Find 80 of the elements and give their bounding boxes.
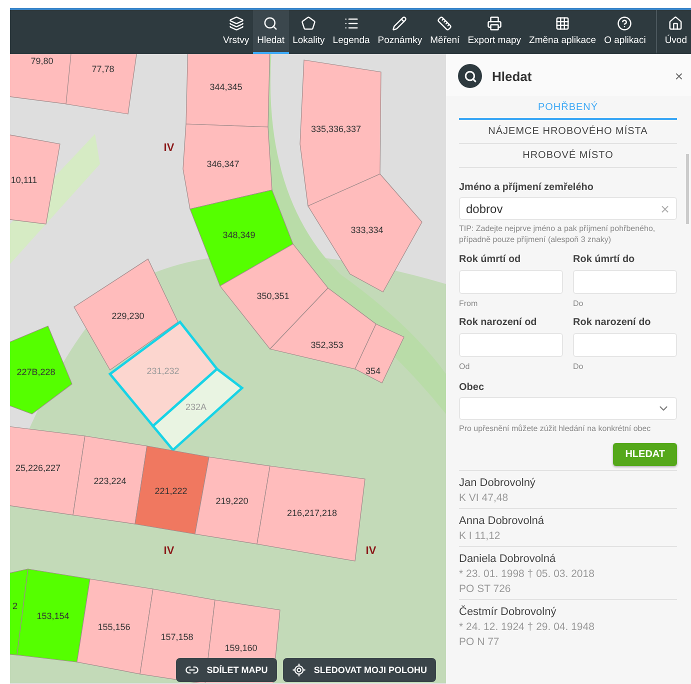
result-detail: * 24. 12. 1924 † 29. 04. 1948 [459,620,596,633]
search-tab[interactable]: HROBOVÉ MÍSTO [459,144,677,168]
field-hint: Do [573,298,584,310]
grave-plot[interactable]: 333,334 [308,174,422,292]
field-label: Rok úmrtí do [573,254,636,265]
grave-plot[interactable]: 346,347 [182,124,272,210]
toolbar-button[interactable]: Vrstvy [219,10,254,54]
field-label: Rok úmrtí od [459,254,522,265]
grave-plot[interactable]: 216,217,218 [256,466,366,562]
toolbar-button[interactable]: Lokality [288,10,329,54]
grave-plot[interactable]: 354 [354,324,404,384]
grave-plot[interactable]: 227B,228 [10,326,72,414]
scrollbar[interactable] [686,154,689,224]
toolbar-icon [617,16,632,31]
grave-plot[interactable]: 348,349 [190,190,294,286]
result-item[interactable]: Čestmír Dobrovolný * 24. 12. 1924 † 29. 04. 1948 PO N 77 [459,598,677,652]
field-hint: Do [573,362,584,374]
grave-plot[interactable]: 25,226,227 [10,426,86,516]
grave-plot[interactable]: 223,224 [72,436,148,524]
result-name: Čestmír Dobrovolný [459,606,558,618]
municipality-select[interactable] [459,397,677,420]
field-label: Obec [459,382,486,394]
grave-plot[interactable]: 335,336,337 [300,60,382,206]
result-item[interactable]: Jan Dobrovolný K VI 47,48 [459,470,677,508]
toolbar-icon [301,16,316,31]
result-detail: PO N 77 [459,636,500,648]
panel-title: Hledat [492,68,533,84]
result-item[interactable]: Anna Dobrovolná K I 11,12 [459,508,677,546]
grave-plot[interactable]: 10,111 [10,134,60,224]
tip-text: TIP: Zadejte nejprve jméno a pak příjmení pohřbeného, případně pouze příjmení (alespoň 3 znaky) [459,224,656,246]
track-location-button[interactable]: SLEDOVAT MOJI POLOHU [282,658,436,682]
toolbar-button[interactable]: Poznámky [374,10,426,54]
grave-plot[interactable]: 344,345 [186,54,270,128]
close-button[interactable]: × [674,68,683,84]
toolbar-button[interactable]: Export mapy [464,10,526,54]
search-icon [458,64,482,88]
toolbar-icon [228,16,244,31]
result-name: Daniela Dobrovolná [459,552,557,565]
section-label: IV [366,545,376,557]
toolbar-button[interactable]: Hledat [253,10,289,54]
section-label: IV [164,142,174,154]
toolbar-icon [486,16,502,31]
grave-plot[interactable]: 155,156 [76,578,154,674]
toolbar-button[interactable]: O aplikaci [600,10,650,54]
grave-plot[interactable]: 219,220 [194,456,270,544]
result-detail: K VI 47,48 [459,492,510,504]
result-name: Anna Dobrovolná [459,514,546,527]
toolbar-button[interactable]: Změna aplikace [525,10,600,54]
year-input[interactable] [573,270,677,294]
field-label: Rok narození od [459,317,538,328]
share-map-button[interactable]: SDÍLET MAPU [176,658,277,682]
search-tab[interactable]: NÁJEMCE HROBOVÉHO MÍSTA [459,120,677,144]
name-input[interactable]: dobrov × [459,197,677,220]
result-name: Jan Dobrovolný [459,476,536,489]
field-hint: From [459,298,479,310]
grave-plot[interactable]: 77,78 [66,54,138,114]
grave-plot[interactable]: 221,222 [134,446,210,534]
year-input[interactable] [459,333,563,358]
locate-icon [292,663,306,677]
result-detail: * 23. 01. 1998 † 05. 03. 2018 [459,568,596,580]
toolbar-icon [392,16,408,31]
toolbar-button[interactable]: Měření [426,10,464,54]
grave-plot[interactable]: 79,80 [10,54,72,104]
result-detail: K I 11,12 [459,530,502,542]
section-label: IV [164,545,174,557]
field-label: Jméno a příjmení zemřelého [459,182,594,193]
result-item[interactable]: Daniela Dobrovolná * 23. 01. 1998 † 05. 03. 2018 PO ST 726 [459,546,677,599]
year-input[interactable] [573,333,677,358]
toolbar-icon [263,16,278,31]
field-hint: Od [459,362,471,374]
toolbar-icon [437,16,452,31]
toolbar-icon [668,16,684,31]
year-input[interactable] [459,270,563,294]
toolbar-icon [555,16,570,31]
map[interactable] [10,54,446,684]
toolbar-button[interactable]: Legenda [328,10,374,54]
field-label: Rok narození do [573,317,652,328]
toolbar-icon [344,16,359,31]
field-hint: Pro upřesnění můžete zúžit hledání na konkrétní obec [459,424,652,435]
result-detail: PO ST 726 [459,582,512,595]
